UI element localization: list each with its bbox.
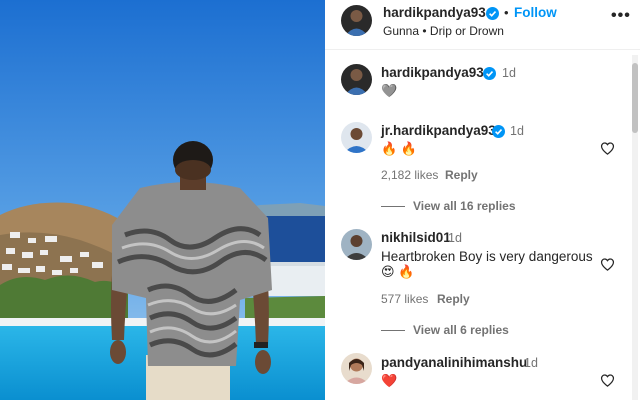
comment-username[interactable]: jr.hardikpandya93: [381, 123, 496, 138]
comment-text: Heartbroken Boy is very dangerous: [381, 249, 593, 264]
replies-divider: [381, 330, 405, 331]
author-avatar[interactable]: [341, 5, 372, 36]
reply-button[interactable]: Reply: [445, 168, 478, 182]
like-heart-icon[interactable]: [600, 141, 615, 156]
comment-avatar[interactable]: [341, 353, 372, 384]
comments-scrollbar[interactable]: [632, 55, 638, 400]
comment-emoji: 😍 🔥: [381, 264, 415, 279]
follow-button[interactable]: Follow: [514, 5, 557, 20]
more-options-icon[interactable]: •••: [611, 7, 631, 25]
separator-dot: •: [504, 5, 509, 20]
caption-text: 🩶: [381, 83, 398, 98]
caption-time: 1d: [502, 66, 516, 80]
replies-divider: [381, 206, 405, 207]
comment-likes[interactable]: 2,182 likes: [381, 168, 438, 182]
comment-username[interactable]: nikhilsid01: [381, 230, 451, 245]
comment-time: 1d: [524, 356, 538, 370]
audio-track[interactable]: Gunna • Drip or Drown: [383, 24, 504, 38]
comment-time: 1d: [510, 124, 524, 138]
scrollbar-thumb[interactable]: [632, 63, 638, 133]
like-heart-icon[interactable]: [600, 257, 615, 272]
caption-avatar[interactable]: [341, 64, 372, 95]
view-replies-button[interactable]: View all 6 replies: [413, 323, 509, 337]
comment-time: 1d: [448, 231, 462, 245]
caption-username[interactable]: hardikpandya93: [381, 65, 484, 80]
post-photo[interactable]: [0, 0, 325, 400]
like-heart-icon[interactable]: [600, 373, 615, 388]
verified-icon: [486, 7, 499, 20]
reply-button[interactable]: Reply: [437, 292, 470, 306]
view-replies-button[interactable]: View all 16 replies: [413, 199, 516, 213]
comment-likes[interactable]: 577 likes: [381, 292, 428, 306]
verified-icon: [483, 67, 496, 80]
post-header: hardikpandya93 • Follow Gunna • Drip or …: [325, 0, 640, 50]
verified-icon: [492, 125, 505, 138]
comment-avatar[interactable]: [341, 229, 372, 260]
comment-text: 🔥 🔥: [381, 141, 417, 156]
comment-text: ❤️: [381, 373, 398, 388]
comments-panel: hardikpandya93 • Follow Gunna • Drip or …: [325, 0, 640, 400]
comment-username[interactable]: pandyanalinihimanshu: [381, 355, 527, 370]
author-username[interactable]: hardikpandya93: [383, 5, 486, 20]
comment-avatar[interactable]: [341, 122, 372, 153]
